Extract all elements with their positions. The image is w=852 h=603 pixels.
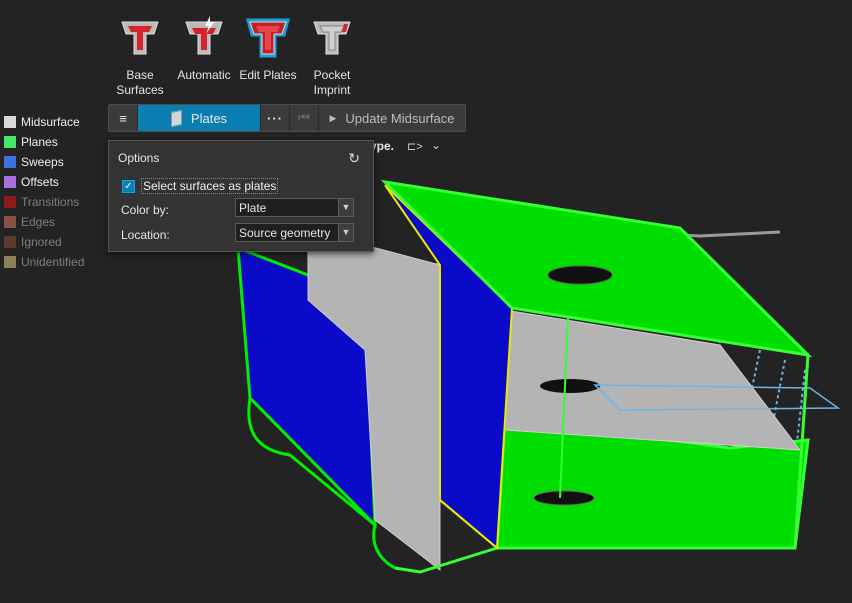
reset-icon[interactable]: ↻: [348, 150, 360, 167]
legend-item[interactable]: Midsurface: [4, 112, 84, 132]
plate-icon: [170, 109, 182, 127]
legend-item[interactable]: Planes: [4, 132, 84, 152]
chevron-down-icon[interactable]: ▼: [338, 198, 354, 217]
ribbon-label: Edit Plates: [239, 68, 297, 82]
legend-swatch: [4, 196, 16, 208]
edit-plates-button[interactable]: Edit Plates: [236, 14, 300, 98]
legend-swatch: [4, 136, 16, 148]
ribbon-label: Pocket Imprint: [313, 68, 351, 97]
options-title: Options: [118, 151, 160, 165]
play-icon: ▶: [329, 112, 337, 123]
legend-label: Transitions: [21, 195, 80, 209]
chevron-down-icon[interactable]: ▼: [338, 223, 354, 242]
legend-item[interactable]: Transitions: [4, 192, 84, 212]
location-select[interactable]: Source geometry: [235, 223, 353, 242]
color-legend: Midsurface Planes Sweeps Offsets Transitions…: [4, 112, 84, 272]
legend-label: Midsurface: [21, 115, 80, 129]
legend-label: Edges: [21, 215, 56, 229]
legend-item[interactable]: Unidentified: [4, 252, 84, 272]
select-surfaces-checkbox-row[interactable]: ✓ Select surfaces as plates: [122, 178, 279, 194]
menu-icon[interactable]: ≡: [109, 105, 138, 131]
location-label: Location:: [121, 228, 170, 242]
skip-back-icon[interactable]: ⏮: [290, 105, 319, 131]
pocket-imprint-icon: [313, 21, 351, 55]
camera-icon[interactable]: ⊏>: [407, 140, 423, 153]
bottom-hole: [533, 490, 595, 506]
update-midsurface-button[interactable]: ▶ Update Midsurface: [319, 105, 465, 131]
plates-toolbar: ≡ Plates ··· ⏮ ▶ Update Midsurface: [108, 104, 466, 132]
ribbon-toolbar: Base Surfaces Automatic Edit Plates Pock…: [108, 14, 364, 98]
ribbon-label: Base Surfaces: [116, 68, 164, 97]
ribbon-label: Automatic: [177, 68, 231, 82]
legend-swatch: [4, 216, 16, 228]
legend-label: Planes: [21, 135, 58, 149]
automatic-icon: [185, 16, 223, 55]
legend-swatch: [4, 176, 16, 188]
update-midsurface-label: Update Midsurface: [345, 110, 455, 126]
select-surfaces-label[interactable]: Select surfaces as plates: [141, 178, 279, 194]
plates-mode-label: Plates: [190, 110, 228, 126]
legend-label: Sweeps: [21, 155, 64, 169]
color-by-select[interactable]: Plate: [235, 198, 353, 217]
edit-plates-icon: [246, 18, 290, 58]
legend-swatch: [4, 256, 16, 268]
plates-mode-button[interactable]: Plates: [138, 105, 261, 131]
legend-item[interactable]: Offsets: [4, 172, 84, 192]
legend-label: Offsets: [21, 175, 59, 189]
options-panel: Options ↻ ✓ Select surfaces as plates Co…: [108, 140, 374, 252]
select-surfaces-checkbox[interactable]: ✓: [122, 179, 135, 193]
base-surfaces-icon: [121, 21, 159, 55]
pocket-imprint-button[interactable]: Pocket Imprint: [300, 14, 364, 98]
chevron-down-icon[interactable]: ⌄: [431, 138, 441, 152]
legend-item[interactable]: Sweeps: [4, 152, 84, 172]
legend-item[interactable]: Edges: [4, 212, 84, 232]
bottom-edge: [394, 546, 498, 574]
more-options-icon[interactable]: ···: [261, 105, 290, 131]
legend-swatch: [4, 116, 16, 128]
color-by-label: Color by:: [121, 203, 170, 217]
legend-label: Ignored: [21, 235, 62, 249]
automatic-button[interactable]: Automatic: [172, 14, 236, 98]
legend-label: Unidentified: [21, 255, 85, 269]
legend-swatch: [4, 236, 16, 248]
mid-hole: [540, 379, 600, 393]
base-surfaces-button[interactable]: Base Surfaces: [108, 14, 172, 98]
top-hole: [547, 265, 613, 285]
legend-item[interactable]: Ignored: [4, 232, 84, 252]
legend-swatch: [4, 156, 16, 168]
